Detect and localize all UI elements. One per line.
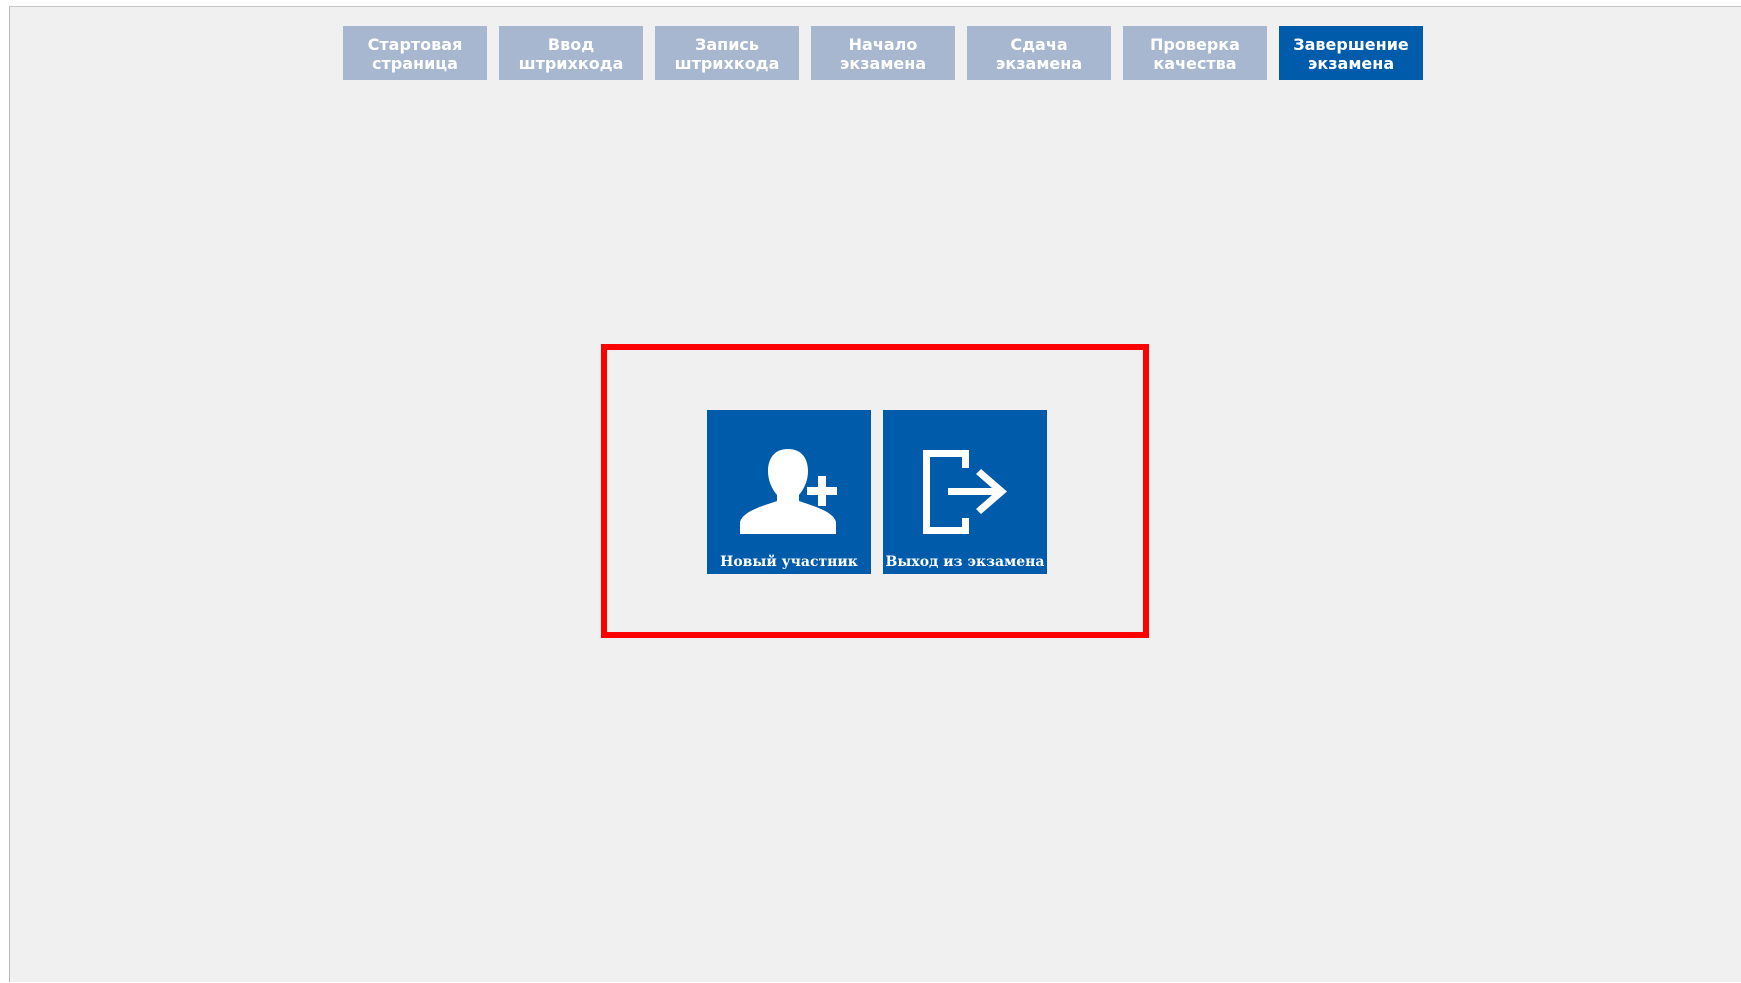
step-label-line1: Сдача	[1010, 35, 1068, 54]
step-exam-taking[interactable]: Сдача экзамена	[967, 26, 1111, 80]
step-navigation: Стартовая страница Ввод штрихкода Запись…	[343, 26, 1423, 80]
step-label-line2: экзамена	[1307, 54, 1395, 73]
step-exam-finish[interactable]: Завершение экзамена	[1279, 26, 1423, 80]
step-label-line2: экзамена	[995, 54, 1083, 73]
step-label-line2: страница	[372, 54, 458, 73]
exit-icon	[923, 450, 1007, 534]
step-barcode-input[interactable]: Ввод штрихкода	[499, 26, 643, 80]
new-participant-label: Новый участник	[720, 554, 858, 570]
step-exam-start[interactable]: Начало экзамена	[811, 26, 955, 80]
step-label-line1: Завершение	[1293, 35, 1409, 54]
step-label-line2: штрихкода	[674, 54, 780, 73]
add-user-icon	[740, 449, 837, 534]
highlight-frame	[601, 344, 1149, 638]
step-barcode-record[interactable]: Запись штрихкода	[655, 26, 799, 80]
step-label-line1: Проверка	[1150, 35, 1240, 54]
new-participant-button[interactable]: Новый участник	[707, 410, 871, 574]
step-quality-check[interactable]: Проверка качества	[1123, 26, 1267, 80]
step-label-line2: экзамена	[839, 54, 927, 73]
step-label-line1: Запись	[694, 35, 760, 54]
exit-exam-button[interactable]: Выход из экзамена	[883, 410, 1047, 574]
step-label-line1: Стартовая	[367, 35, 463, 54]
exit-exam-label: Выход из экзамена	[885, 554, 1045, 570]
step-start-page[interactable]: Стартовая страница	[343, 26, 487, 80]
step-label-line2: качества	[1153, 54, 1237, 73]
step-label-line1: Начало	[848, 35, 918, 54]
step-label-line1: Ввод	[547, 35, 595, 54]
step-label-line2: штрихкода	[518, 54, 624, 73]
